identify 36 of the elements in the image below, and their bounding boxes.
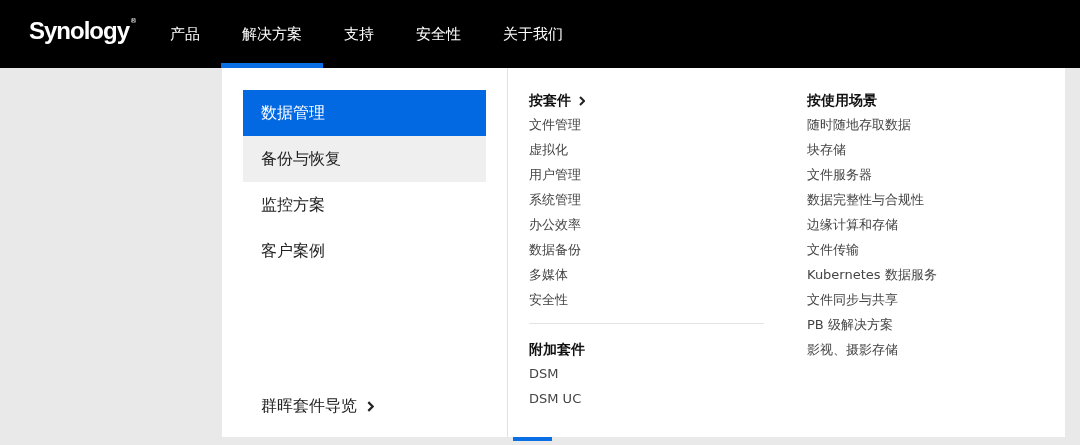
category-item[interactable]: 客户案例	[243, 228, 486, 274]
nav-tab[interactable]: 关于我们	[482, 0, 584, 68]
category-item[interactable]: 备份与恢复	[243, 136, 486, 182]
menu-link[interactable]: 边缘计算和存储	[807, 212, 898, 237]
menu-link[interactable]: PB 级解决方案	[807, 312, 893, 337]
nav-tab[interactable]: 产品	[149, 0, 221, 68]
scroll-indicator	[513, 437, 552, 441]
menu-link[interactable]: 虚拟化	[529, 137, 568, 162]
chevron-right-icon	[579, 96, 585, 106]
chevron-right-icon	[367, 401, 374, 412]
menu-link[interactable]: 影视、摄影存储	[807, 337, 898, 362]
guide-link[interactable]: 群晖套件导览	[243, 396, 374, 417]
nav-tab[interactable]: 支持	[323, 0, 395, 68]
menu-link[interactable]: 文件管理	[529, 112, 581, 137]
menu-link[interactable]: 办公效率	[529, 212, 581, 237]
logo[interactable]: Synology$^{®}$	[29, 0, 149, 47]
section-heading: 附加套件	[529, 340, 585, 359]
section-link[interactable]: 按套件	[529, 90, 585, 112]
menu-link[interactable]: 文件传输	[807, 237, 859, 262]
category-item[interactable]: 监控方案	[243, 182, 486, 228]
menu-link[interactable]: 块存储	[807, 137, 846, 162]
nav-tab[interactable]: 安全性	[395, 0, 482, 68]
menu-link[interactable]: 用户管理	[529, 162, 581, 187]
menu-link[interactable]: 数据备份	[529, 237, 581, 262]
menu-link[interactable]: 数据完整性与合规性	[807, 187, 924, 212]
menu-link[interactable]: 系统管理	[529, 187, 581, 212]
category-item[interactable]: 数据管理	[243, 90, 486, 136]
menu-link[interactable]: 多媒体	[529, 262, 568, 287]
menu-link[interactable]: DSM UC	[529, 386, 582, 411]
menu-link[interactable]: 随时随地存取数据	[807, 112, 911, 137]
menu-link[interactable]: Kubernetes 数据服务	[807, 262, 937, 287]
section-heading: 按使用场景	[807, 91, 877, 110]
menu-link[interactable]: 文件同步与共享	[807, 287, 898, 312]
menu-link[interactable]: 安全性	[529, 287, 568, 312]
menu-link[interactable]: DSM	[529, 361, 559, 386]
menu-link[interactable]: 文件服务器	[807, 162, 872, 187]
